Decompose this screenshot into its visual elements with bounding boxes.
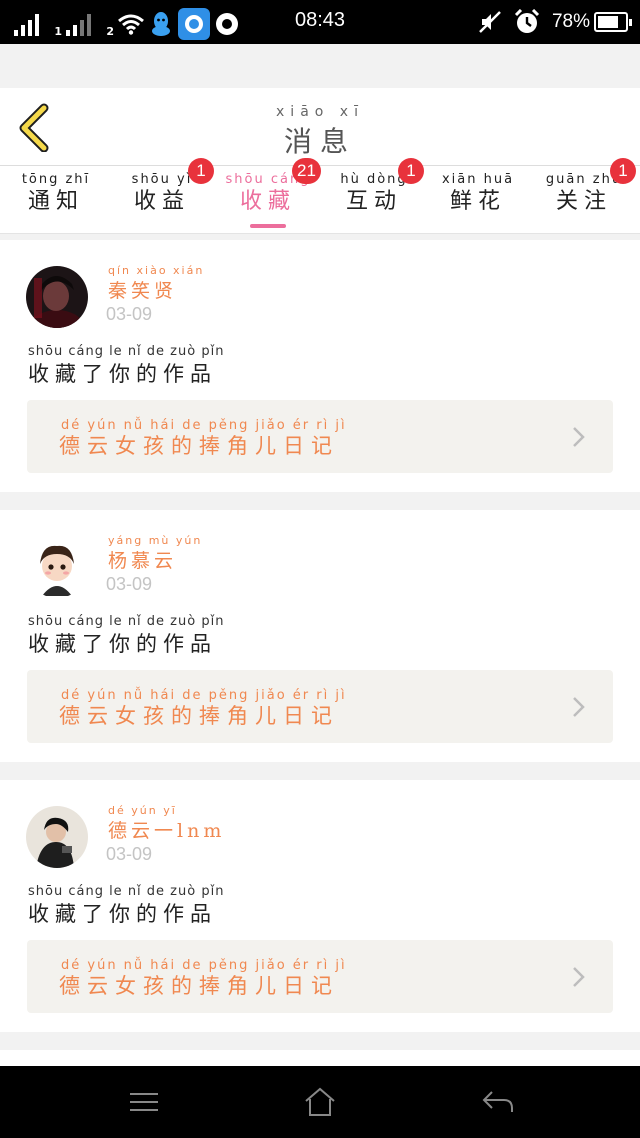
active-tab-indicator: [250, 224, 286, 228]
page-header: xiāo xī 消息: [0, 88, 640, 166]
work-link[interactable]: dé yún nǚ hái de pěng jiǎo ér rì jì 德云女孩…: [27, 400, 613, 473]
tab-label: 关注: [555, 189, 612, 214]
status-icons-right: 78%: [478, 9, 632, 35]
badge-interactions: 1: [398, 158, 424, 184]
work-title: 德云女孩的捧角儿日记: [59, 974, 339, 998]
message-pinyin: shōu cáng le nǐ de zuò pǐn: [28, 344, 225, 359]
battery-indicator: 78%: [551, 11, 632, 33]
page-title: xiāo xī 消息: [0, 104, 640, 160]
work-title: 德云女孩的捧角儿日记: [59, 704, 339, 728]
username[interactable]: 杨慕云: [108, 546, 177, 573]
message-date: 03-09: [106, 574, 153, 594]
tab-flowers[interactable]: xiān huā 鲜花: [428, 172, 528, 216]
avatar[interactable]: [26, 536, 88, 598]
work-title: 德云女孩的捧角儿日记: [59, 434, 339, 458]
battery-percent: 78%: [551, 11, 590, 32]
tab-notifications[interactable]: tōng zhī 通知: [6, 172, 106, 216]
work-link[interactable]: dé yún nǚ hái de pěng jiǎo ér rì jì 德云女孩…: [27, 940, 613, 1013]
badge-favorites: 21: [292, 158, 321, 184]
message-date: 03-09: [106, 304, 153, 324]
message-card: dé yún yī 德云一lnm 03-09 shōu cáng le nǐ d…: [0, 780, 640, 1032]
message-pinyin: shōu cáng le nǐ de zuò pǐn: [28, 614, 225, 629]
work-link[interactable]: dé yún nǚ hái de pěng jiǎo ér rì jì 德云女孩…: [27, 670, 613, 743]
chevron-right-icon: [573, 967, 585, 987]
tab-pinyin: xiān huā: [441, 172, 515, 187]
message-text: 收藏了你的作品: [28, 362, 217, 386]
badge-earnings: 1: [188, 158, 214, 184]
avatar[interactable]: [26, 806, 88, 868]
chevron-right-icon: [573, 427, 585, 447]
badge-following: 1: [610, 158, 636, 184]
tab-label: 通知: [27, 189, 84, 214]
message-text: 收藏了你的作品: [28, 902, 217, 926]
tab-label: 互动: [345, 189, 402, 214]
username[interactable]: 德云一lnm: [108, 816, 225, 843]
home-icon[interactable]: [300, 1086, 340, 1118]
message-text: 收藏了你的作品: [28, 632, 217, 656]
tab-pinyin: tōng zhī: [21, 172, 91, 187]
avatar[interactable]: [26, 266, 88, 328]
tab-label: 收藏: [239, 189, 296, 214]
mute-icon: [479, 11, 501, 33]
page-title-text: 消息: [283, 125, 356, 158]
message-card: yáng mù yún 杨慕云 03-09 shōu cáng le nǐ de…: [0, 510, 640, 762]
menu-icon[interactable]: [124, 1086, 164, 1118]
battery-icon: [594, 12, 632, 32]
status-bar: 1 2 08:43 78%: [0, 0, 640, 44]
chevron-right-icon: [573, 697, 585, 717]
username[interactable]: 秦笑贤: [108, 276, 177, 303]
back-arrow-icon[interactable]: [478, 1086, 518, 1118]
tab-label: 鲜花: [449, 189, 506, 214]
message-date: 03-09: [106, 844, 153, 864]
tab-label: 收益: [133, 189, 190, 214]
system-nav-bar: [0, 1066, 640, 1138]
tab-bar: tōng zhī 通知 shōu yì 收益 shōu cáng 收藏 hù d…: [0, 158, 640, 234]
message-pinyin: shōu cáng le nǐ de zuò pǐn: [28, 884, 225, 899]
message-card: qín xiào xián 秦笑贤 03-09 shōu cáng le nǐ …: [0, 240, 640, 492]
message-card-partial: [0, 1050, 640, 1066]
alarm-icon: [514, 9, 540, 33]
page-title-pinyin: xiāo xī: [276, 104, 364, 120]
